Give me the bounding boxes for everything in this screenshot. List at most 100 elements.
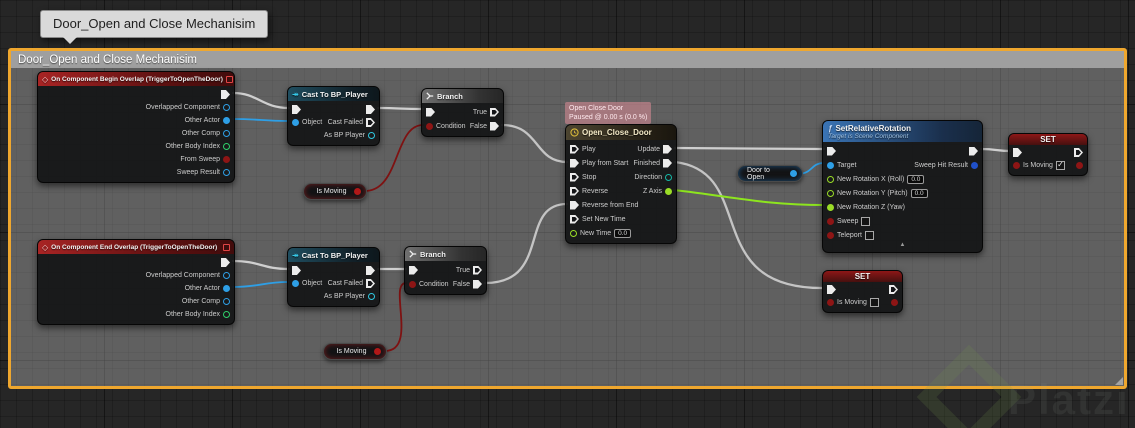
pin-label: Set New Time xyxy=(582,215,626,223)
pin-object[interactable] xyxy=(292,119,299,126)
pin-value-out[interactable] xyxy=(1076,161,1083,169)
pin-label: Cast Failed xyxy=(327,280,363,287)
pin-exec-out[interactable] xyxy=(366,105,375,114)
debug-line2: Paused @ 0.00 s (0.0 %) xyxy=(569,114,648,121)
pin-reverse[interactable] xyxy=(570,186,579,196)
pin-other-comp[interactable] xyxy=(223,298,230,305)
rotation-y-value-field[interactable]: 0.0 xyxy=(910,188,928,198)
pin-is-moving-out[interactable] xyxy=(374,348,381,355)
node-end-overlap[interactable]: ◇ On Component End Overlap (TriggerToOpe… xyxy=(37,239,235,325)
pin-direction[interactable] xyxy=(665,173,672,181)
node-timeline[interactable]: Open_Close_Door Play Update Play from St… xyxy=(565,124,677,244)
pin-as-bp-player[interactable] xyxy=(368,132,375,139)
pin-exec-in[interactable] xyxy=(1013,148,1022,157)
node-begin-overlap-header: ◇ On Component Begin Overlap (TriggerToO… xyxy=(38,72,234,86)
pin-exec-in[interactable] xyxy=(292,105,301,114)
pin-finished[interactable] xyxy=(663,158,672,168)
pin-exec-out[interactable] xyxy=(969,146,978,156)
node-set-relative-rotation-header: ƒ SetRelativeRotation Target is Scene Com… xyxy=(823,121,982,142)
teleport-checkbox[interactable] xyxy=(864,230,874,240)
node-set-ismoving-bottom[interactable]: SET Is Moving xyxy=(822,270,903,313)
pin-overlapped-component[interactable] xyxy=(223,272,230,279)
pin-true[interactable] xyxy=(473,265,482,275)
pin-condition[interactable] xyxy=(409,280,416,288)
node-cast-bottom[interactable]: ↠ Cast To BP_Player Object Cast Failed A… xyxy=(287,247,380,307)
pin-set-new-time[interactable] xyxy=(570,214,579,224)
pin-play-from-start[interactable] xyxy=(570,158,579,168)
pin-other-actor[interactable] xyxy=(223,285,230,292)
sweep-checkbox[interactable] xyxy=(861,216,871,226)
pin-sweep-result[interactable] xyxy=(223,169,230,176)
pin-exec-out[interactable] xyxy=(366,266,375,275)
node-branch-bottom-header: Branch xyxy=(405,247,486,261)
pin-cast-failed[interactable] xyxy=(366,118,375,127)
rotation-x-value-field[interactable]: 0.0 xyxy=(907,174,925,184)
getter-is-moving-top[interactable]: Is Moving xyxy=(303,183,367,200)
pin-stop[interactable] xyxy=(570,172,579,182)
node-cast-top[interactable]: ↠ Cast To BP_Player Object Cast Failed A… xyxy=(287,86,380,146)
pin-value-out[interactable] xyxy=(891,298,898,306)
node-set-relative-rotation[interactable]: ƒ SetRelativeRotation Target is Scene Com… xyxy=(822,120,983,253)
getter-door-to-open[interactable]: Door to Open xyxy=(737,165,803,182)
pin-exec-out[interactable] xyxy=(1074,148,1083,157)
pin-other-body-index[interactable] xyxy=(223,143,230,150)
node-begin-overlap[interactable]: ◇ On Component Begin Overlap (TriggerToO… xyxy=(37,71,235,183)
pin-new-rotation-z[interactable] xyxy=(827,203,834,211)
pin-is-moving[interactable] xyxy=(827,298,834,306)
new-time-value-field[interactable]: 0.0 xyxy=(614,228,632,238)
is-moving-checkbox[interactable] xyxy=(1055,160,1065,170)
is-moving-checkbox[interactable] xyxy=(869,297,879,307)
pin-z-axis[interactable] xyxy=(665,187,672,195)
pin-new-time[interactable] xyxy=(570,229,577,237)
pin-door-to-open-out[interactable] xyxy=(790,170,797,177)
pin-reverse-from-end[interactable] xyxy=(570,200,579,210)
comment-resize-handle[interactable] xyxy=(1115,377,1123,385)
delegate-pin-icon[interactable] xyxy=(223,243,230,251)
pin-other-comp[interactable] xyxy=(223,130,230,137)
pin-exec-in[interactable] xyxy=(409,265,418,275)
node-branch-bottom-title: Branch xyxy=(420,249,446,259)
pin-update[interactable] xyxy=(663,144,672,154)
pin-label: Other Body Index xyxy=(165,311,220,318)
pin-from-sweep[interactable] xyxy=(223,156,230,163)
pin-exec-out[interactable] xyxy=(221,258,230,267)
pin-new-rotation-x[interactable] xyxy=(827,175,834,183)
pin-other-body-index[interactable] xyxy=(223,311,230,318)
pin-overlapped-component[interactable] xyxy=(223,104,230,111)
pin-true[interactable] xyxy=(490,107,499,117)
pin-label: Other Comp xyxy=(181,130,220,137)
pin-exec-in[interactable] xyxy=(827,285,836,294)
blueprint-graph-canvas[interactable]: Door_Open and Close Mechanisim ◇ On Comp… xyxy=(0,0,1135,428)
pin-false[interactable] xyxy=(473,279,482,289)
pin-exec-in[interactable] xyxy=(426,107,435,117)
pin-label: Sweep xyxy=(837,217,859,225)
pin-cast-failed[interactable] xyxy=(366,279,375,288)
pin-target[interactable] xyxy=(827,161,834,169)
pin-new-rotation-y[interactable] xyxy=(827,189,834,197)
pin-exec-out[interactable] xyxy=(221,90,230,99)
pin-object[interactable] xyxy=(292,280,299,287)
pin-is-moving-out[interactable] xyxy=(354,188,361,195)
pin-condition[interactable] xyxy=(426,122,433,130)
pin-sweep-hit-result[interactable] xyxy=(971,161,978,169)
pin-false[interactable] xyxy=(490,121,499,131)
pin-exec-in[interactable] xyxy=(827,146,836,156)
node-branch-bottom[interactable]: Branch True Condition False xyxy=(404,246,487,295)
pin-teleport[interactable] xyxy=(827,231,834,239)
getter-is-moving-bottom[interactable]: Is Moving xyxy=(323,343,387,360)
pin-play[interactable] xyxy=(570,144,579,154)
node-set-ismoving-right[interactable]: SET Is Moving xyxy=(1008,133,1088,176)
pin-exec-in[interactable] xyxy=(292,266,301,275)
pin-label: Condition xyxy=(436,122,466,130)
comment-header[interactable]: Door_Open and Close Mechanisim xyxy=(11,51,1124,68)
pin-sweep[interactable] xyxy=(827,217,834,225)
pin-other-actor[interactable] xyxy=(223,117,230,124)
pin-as-bp-player[interactable] xyxy=(368,293,375,300)
node-end-overlap-header: ◇ On Component End Overlap (TriggerToOpe… xyxy=(38,240,234,254)
node-timeline-header: Open_Close_Door xyxy=(566,125,676,140)
pin-is-moving[interactable] xyxy=(1013,161,1020,169)
collapse-arrow-icon[interactable]: ▲ xyxy=(823,242,982,249)
delegate-pin-icon[interactable] xyxy=(225,75,233,83)
pin-exec-out[interactable] xyxy=(889,285,898,294)
node-branch-top[interactable]: Branch True Condition False xyxy=(421,88,504,137)
